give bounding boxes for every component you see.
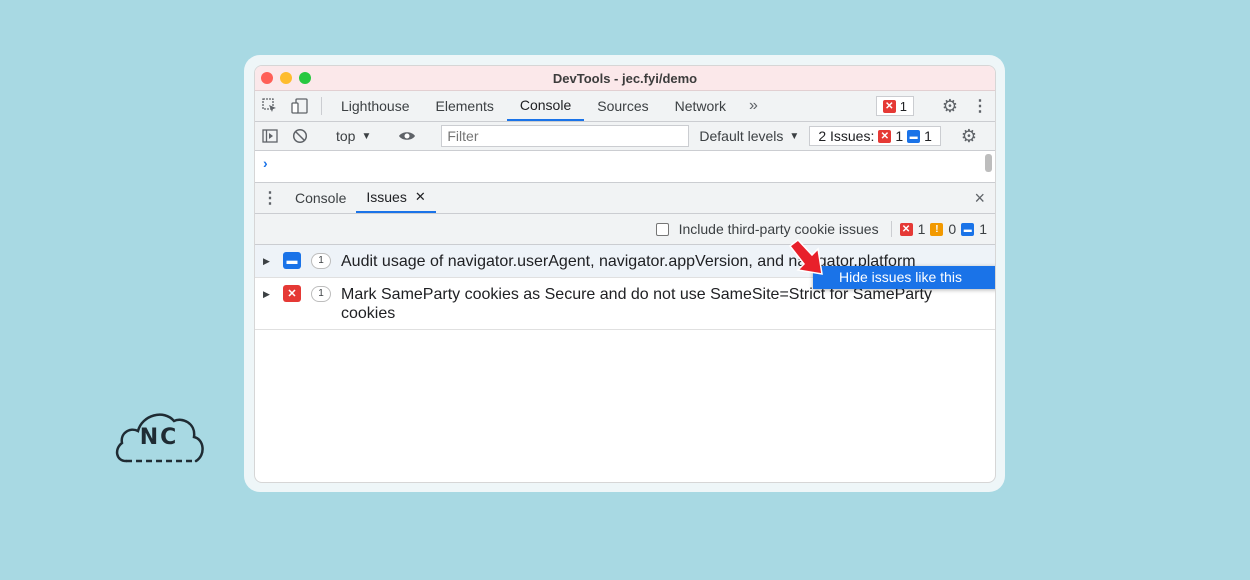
console-output[interactable]: › <box>255 151 995 183</box>
drawer-tab-console-label: Console <box>295 190 347 206</box>
issues-count-button[interactable]: 2 Issues: ✕ 1 ▬ 1 <box>809 126 941 146</box>
issues-info-count: 1 <box>924 128 932 144</box>
close-drawer-icon[interactable]: × <box>974 188 985 209</box>
error-issue-count: 1 <box>917 221 926 237</box>
more-tabs-icon[interactable]: » <box>739 91 768 121</box>
device-toolbar-icon[interactable] <box>285 91 315 121</box>
drawer-tab-issues-label: Issues <box>366 189 407 205</box>
devtools-window: DevTools - jec.fyi/demo Lighthouse Eleme… <box>254 65 996 483</box>
inspect-element-icon[interactable] <box>255 91 285 121</box>
tab-console[interactable]: Console <box>506 91 585 121</box>
expand-triangle-icon[interactable]: ▶ <box>263 256 275 267</box>
issues-label: 2 Issues: <box>818 128 875 144</box>
title-bar: DevTools - jec.fyi/demo <box>255 66 995 91</box>
console-settings-gear-icon[interactable]: ⚙ <box>954 126 984 147</box>
tab-elements[interactable]: Elements <box>423 91 507 121</box>
error-icon: ✕ <box>283 285 301 302</box>
third-party-cookie-label: Include third-party cookie issues <box>678 221 879 237</box>
info-issue-count: 1 <box>979 221 987 237</box>
info-message-icon: ▬ <box>961 222 975 236</box>
sidebar-toggle-icon[interactable] <box>255 129 285 143</box>
info-message-icon: ▬ <box>907 129 921 143</box>
tab-lighthouse[interactable]: Lighthouse <box>328 91 423 121</box>
issue-occurrence-count: 1 <box>311 253 331 269</box>
info-message-icon: ▬ <box>283 252 301 269</box>
dropdown-arrow-icon: ▼ <box>789 130 800 142</box>
drawer-tab-console[interactable]: Console <box>285 183 356 213</box>
window-title: DevTools - jec.fyi/demo <box>552 71 698 86</box>
issue-occurrence-count: 1 <box>311 286 331 302</box>
prompt-chevron-icon: › <box>263 155 268 171</box>
error-icon: ✕ <box>878 129 892 143</box>
tab-sources[interactable]: Sources <box>584 91 661 121</box>
kebab-menu-icon[interactable]: ⋮ <box>965 96 995 116</box>
dropdown-arrow-icon: ▼ <box>361 130 372 142</box>
close-tab-icon[interactable]: ✕ <box>415 189 426 205</box>
levels-label: Default levels <box>699 128 784 144</box>
context-selector[interactable]: top ▼ <box>328 128 379 144</box>
issues-error-count: 1 <box>895 128 904 144</box>
error-icon: ✕ <box>899 222 913 236</box>
nc-cloud-logo: NC <box>112 405 206 467</box>
expand-triangle-icon[interactable]: ▶ <box>263 289 275 300</box>
issues-toolbar: Include third-party cookie issues ✕ 1 ! … <box>255 214 995 245</box>
main-tab-bar: Lighthouse Elements Console Sources Netw… <box>255 91 995 122</box>
drawer-tab-issues[interactable]: Issues ✕ <box>356 183 436 213</box>
context-menu-hide-issues[interactable]: Hide issues like this <box>813 266 995 289</box>
log-levels-dropdown[interactable]: Default levels ▼ <box>689 128 809 144</box>
drawer-tab-bar: ⋮ Console Issues ✕ × <box>255 183 995 214</box>
divider <box>321 97 322 115</box>
error-icon: ✕ <box>882 99 896 113</box>
console-toolbar: top ▼ Default levels ▼ 2 Issues: ✕ 1 ▬ 1… <box>255 122 995 151</box>
drawer-menu-icon[interactable]: ⋮ <box>255 183 285 213</box>
error-count: 1 <box>899 98 907 114</box>
warning-icon: ! <box>930 222 944 236</box>
clear-console-icon[interactable] <box>285 128 315 144</box>
warning-issue-count: 0 <box>948 221 957 237</box>
live-expression-eye-icon[interactable] <box>392 130 422 142</box>
error-count-badge[interactable]: ✕ 1 <box>875 96 914 116</box>
tab-network[interactable]: Network <box>662 91 739 121</box>
context-value: top <box>336 128 356 144</box>
settings-gear-icon[interactable]: ⚙ <box>935 96 965 117</box>
logo-text: NC <box>139 425 179 450</box>
filter-input[interactable] <box>441 125 690 147</box>
issue-title: Mark SameParty cookies as Secure and do … <box>341 286 932 322</box>
scrollbar[interactable] <box>985 154 992 172</box>
third-party-cookie-checkbox[interactable] <box>655 222 669 236</box>
issue-counts: ✕ 1 ! 0 ▬ 1 <box>890 221 987 237</box>
red-pointer-arrow-icon <box>788 238 823 275</box>
